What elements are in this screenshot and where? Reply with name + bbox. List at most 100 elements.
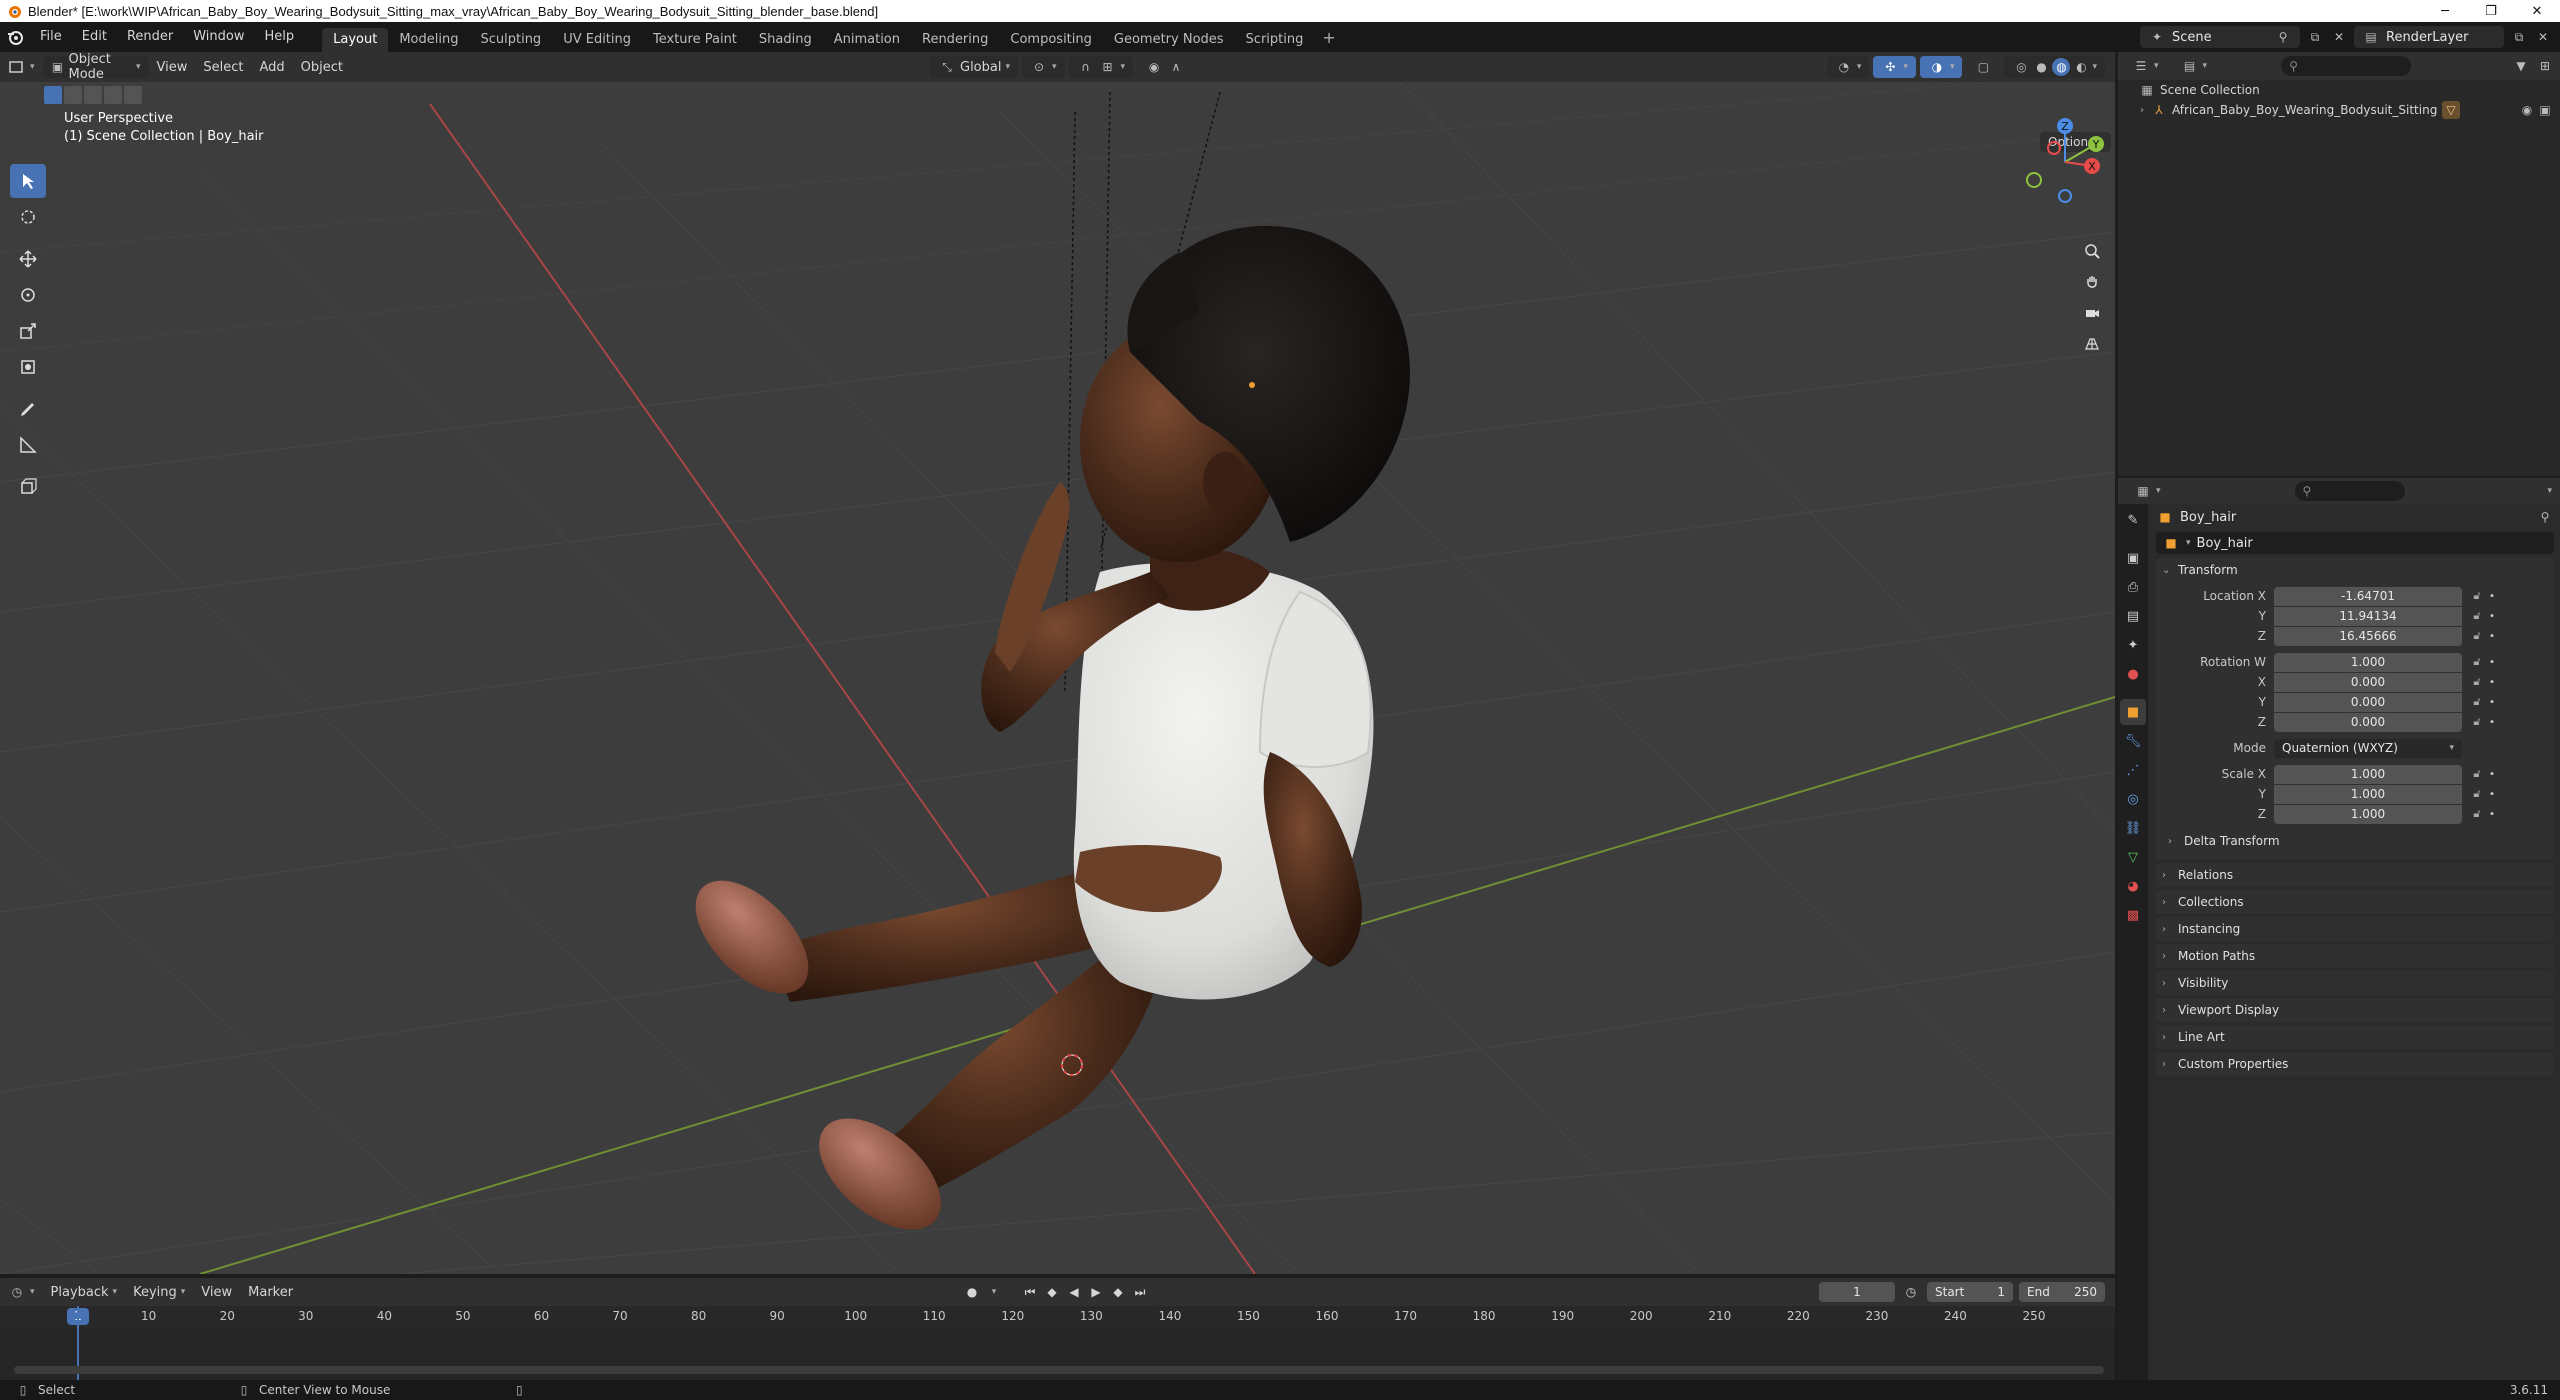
texture-tab-icon[interactable]: ▩ — [2120, 902, 2146, 928]
move-tool[interactable] — [10, 242, 46, 276]
proportional-edit-toggle[interactable]: ◉ ∧ — [1137, 56, 1193, 78]
add-cube-tool[interactable] — [10, 470, 46, 504]
viewport-display-panel[interactable]: › Viewport Display — [2156, 998, 2554, 1022]
gizmo-toggle[interactable]: ✣ ▾ — [1873, 56, 1916, 78]
camera-view-icon[interactable] — [2078, 299, 2106, 327]
next-keyframe-button[interactable]: ◆ — [1108, 1282, 1128, 1302]
3d-viewport[interactable]: ▾ ▣ Object Mode ▾ View Select Add Object… — [0, 52, 2115, 1274]
solid-shading-icon[interactable]: ● — [2032, 58, 2050, 76]
object-data-tab-icon[interactable]: ▽ — [2120, 844, 2146, 870]
rotation-x-field[interactable]: 0.000 — [2274, 672, 2462, 692]
transform-panel-header[interactable]: ⌄ Transform — [2156, 558, 2554, 582]
select-extend-mode[interactable] — [64, 86, 82, 104]
expand-arrow-icon[interactable]: › — [2140, 105, 2150, 116]
annotate-tool[interactable] — [10, 392, 46, 426]
tab-shading[interactable]: Shading — [748, 28, 823, 52]
visibility-dropdown[interactable]: ◔ ▾ — [1826, 56, 1870, 78]
delete-view-layer-icon[interactable]: ✕ — [2534, 28, 2552, 46]
location-x-field[interactable]: -1.64701 — [2274, 586, 2462, 606]
menu-object[interactable]: Object — [293, 56, 351, 78]
particles-tab-icon[interactable]: ⋰ — [2120, 757, 2146, 783]
scale-x-field[interactable]: 1.000 — [2274, 764, 2462, 784]
keyframe-dot-icon[interactable]: • — [2486, 611, 2498, 622]
line-art-panel[interactable]: › Line Art — [2156, 1025, 2554, 1049]
neg-y-axis-handle[interactable] — [2026, 172, 2042, 188]
menu-timeline-view[interactable]: View — [193, 1281, 240, 1303]
grid-perspective-icon[interactable] — [2078, 330, 2106, 358]
blender-logo-icon[interactable] — [0, 22, 30, 52]
delta-transform-subpanel[interactable]: › Delta Transform — [2168, 830, 2548, 852]
keyframe-dot-icon[interactable]: • — [2486, 657, 2498, 668]
tool-tab-icon[interactable]: ✎ — [2120, 507, 2146, 533]
viewport-canvas[interactable] — [0, 52, 2115, 1274]
world-tab-icon[interactable]: ● — [2120, 661, 2146, 687]
scene-selector[interactable]: ✦ Scene ⚲ — [2140, 26, 2300, 48]
lock-icon[interactable]: 🔓︎ — [2468, 655, 2486, 669]
lock-icon[interactable]: 🔓︎ — [2468, 715, 2486, 729]
transform-tool[interactable] — [10, 350, 46, 384]
timeline-ruler[interactable]: 1102030405060708090100110120130140150160… — [0, 1306, 2115, 1328]
select-box-tool[interactable] — [10, 164, 46, 198]
view-layer-selector[interactable]: ▤ RenderLayer — [2354, 26, 2504, 48]
modifier-tab-icon[interactable]: 🔧︎ — [2120, 728, 2146, 754]
menu-help[interactable]: Help — [255, 22, 305, 52]
menu-file[interactable]: File — [30, 22, 72, 52]
prev-keyframe-button[interactable]: ◆ — [1042, 1282, 1062, 1302]
timeline-scrollbar[interactable] — [14, 1366, 2104, 1374]
output-tab-icon[interactable]: ⎙ — [2120, 574, 2146, 600]
start-frame-field[interactable]: Start 1 — [1927, 1282, 2013, 1302]
pin-icon[interactable]: ⚲ — [2274, 28, 2292, 46]
properties-search-input[interactable]: ⚲ — [2294, 481, 2405, 501]
menu-add[interactable]: Add — [252, 56, 293, 78]
scale-y-field[interactable]: 1.000 — [2274, 784, 2462, 804]
rotate-tool[interactable] — [10, 278, 46, 312]
new-scene-icon[interactable]: ⧉ — [2306, 28, 2324, 46]
outliner-editor[interactable]: ☰ ▾ ▤ ▾ ⚲ ▼ ⊞ ▦ Scene Collection › ⅄ Afric… — [2118, 52, 2560, 476]
play-button[interactable]: ▶ — [1086, 1282, 1106, 1302]
transform-orientation-dropdown[interactable]: ⤡ Global ▾ — [930, 56, 1019, 78]
rotation-z-field[interactable]: 0.000 — [2274, 712, 2462, 732]
tab-scripting[interactable]: Scripting — [1235, 28, 1315, 52]
menu-marker[interactable]: Marker — [240, 1281, 301, 1303]
rotation-w-field[interactable]: 1.000 — [2274, 652, 2462, 672]
keyframe-dot-icon[interactable]: • — [2486, 809, 2498, 820]
physics-tab-icon[interactable]: ◎ — [2120, 786, 2146, 812]
select-intersect-mode[interactable] — [124, 86, 142, 104]
timeline-editor-type-button[interactable]: ◷ ▾ — [0, 1281, 43, 1303]
tab-rendering[interactable]: Rendering — [911, 28, 999, 52]
record-button[interactable]: ● — [962, 1282, 982, 1302]
object-tab-icon[interactable]: ■ — [2120, 699, 2146, 725]
menu-window[interactable]: Window — [183, 22, 254, 52]
timeline-track-area[interactable] — [0, 1306, 2115, 1388]
select-invert-mode[interactable] — [104, 86, 122, 104]
xray-toggle[interactable]: ▢ — [1966, 56, 2000, 78]
snap-toggle[interactable]: ∩ ⊞ ▾ — [1068, 56, 1134, 78]
menu-keying[interactable]: Keying ▾ — [125, 1281, 193, 1303]
keyframe-dot-icon[interactable]: • — [2486, 631, 2498, 642]
outliner-row-baby-object[interactable]: › ⅄ African_Baby_Boy_Wearing_Bodysuit_Si… — [2118, 100, 2560, 120]
menu-playback[interactable]: Playback ▾ — [43, 1281, 126, 1303]
lock-icon[interactable]: 🔓︎ — [2468, 609, 2486, 623]
editor-type-button[interactable]: ▾ — [0, 56, 43, 78]
motion-paths-panel[interactable]: › Motion Paths — [2156, 944, 2554, 968]
keyframe-dot-icon[interactable]: • — [2486, 677, 2498, 688]
filter-icon[interactable]: ▼ — [2512, 57, 2530, 75]
tab-compositing[interactable]: Compositing — [999, 28, 1103, 52]
tab-animation[interactable]: Animation — [823, 28, 911, 52]
menu-render[interactable]: Render — [117, 22, 183, 52]
jump-start-button[interactable]: ⏮ — [1020, 1282, 1040, 1302]
object-name-field[interactable]: ■ ▾ Boy_hair — [2156, 532, 2554, 554]
minimize-button[interactable]: ─ — [2422, 0, 2468, 22]
material-tab-icon[interactable]: ◕ — [2120, 873, 2146, 899]
visibility-eye-icon[interactable]: ◉ — [2518, 101, 2536, 119]
custom-properties-panel[interactable]: › Custom Properties — [2156, 1052, 2554, 1076]
tab-uv-editing[interactable]: UV Editing — [552, 28, 642, 52]
tab-layout[interactable]: Layout — [322, 28, 389, 52]
keyframe-dot-icon[interactable]: • — [2486, 769, 2498, 780]
collections-panel[interactable]: › Collections — [2156, 890, 2554, 914]
lock-icon[interactable]: 🔓︎ — [2468, 767, 2486, 781]
tab-texture-paint[interactable]: Texture Paint — [642, 28, 748, 52]
chevron-down-icon[interactable]: ▾ — [2547, 486, 2552, 496]
menu-select[interactable]: Select — [195, 56, 251, 78]
wireframe-shading-icon[interactable]: ◎ — [2012, 58, 2030, 76]
